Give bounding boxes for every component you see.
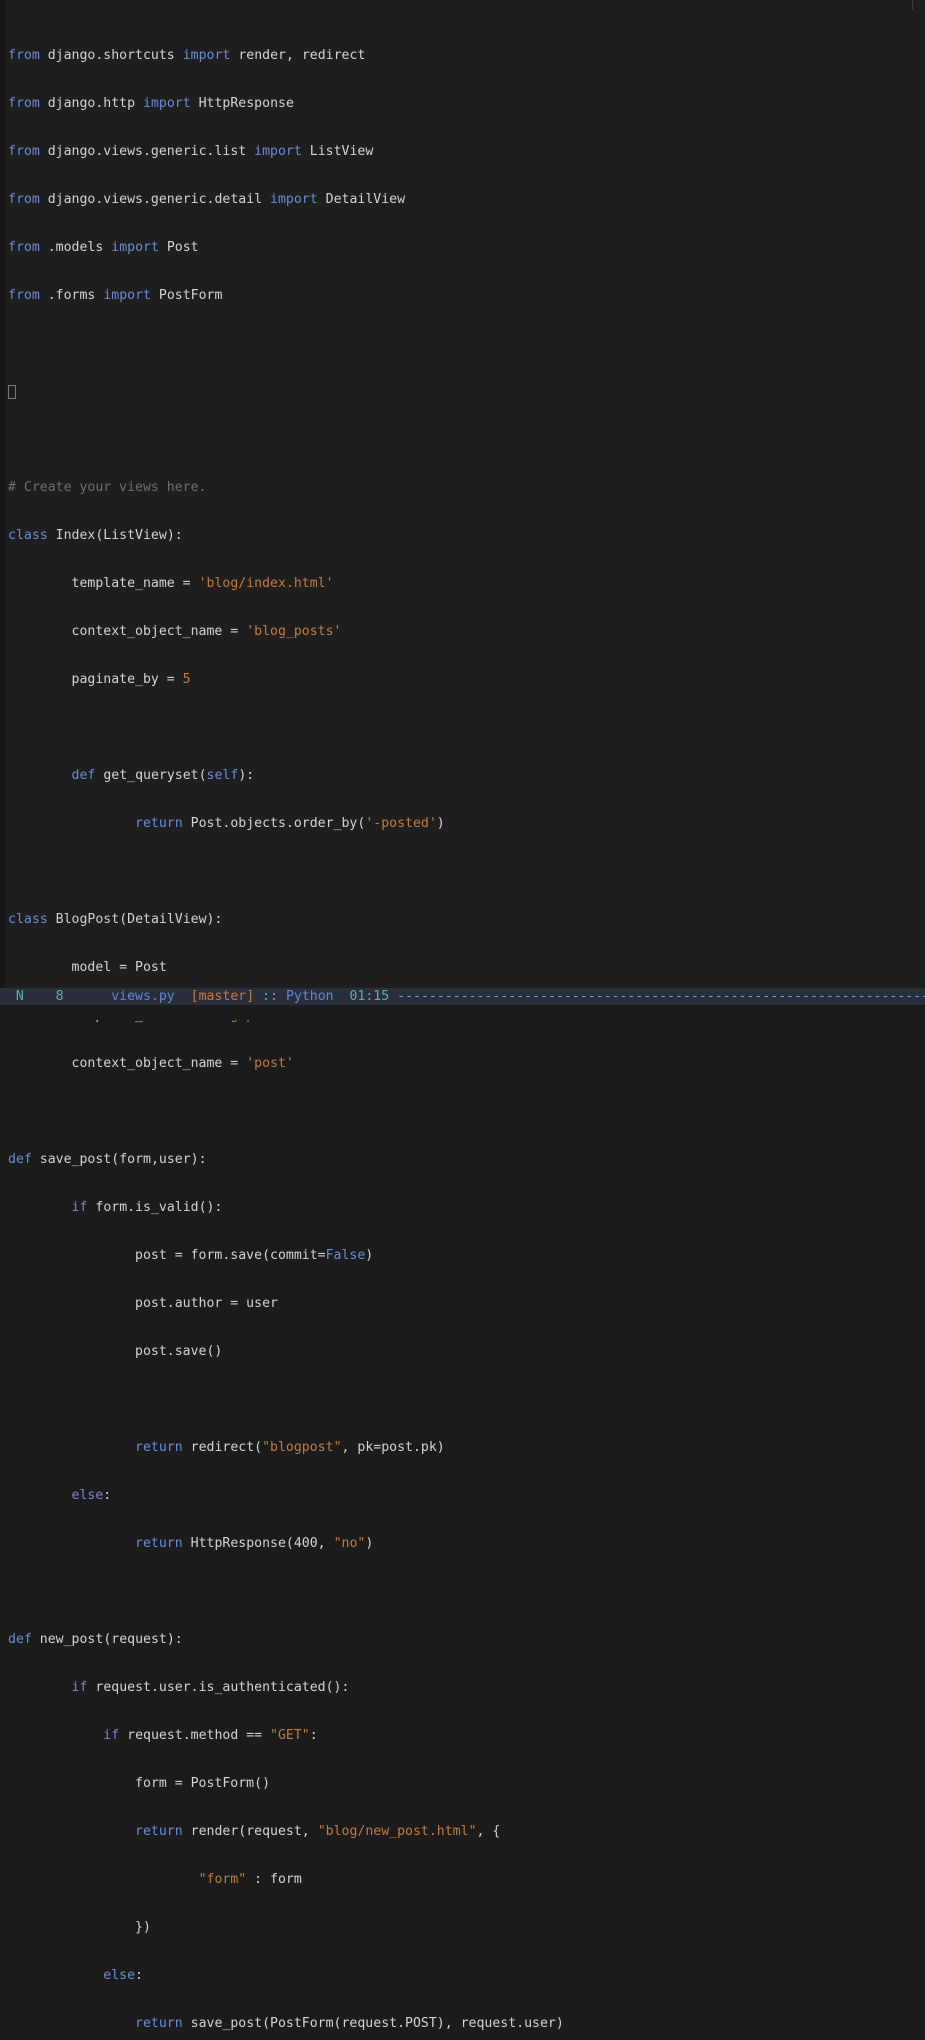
code-line: }) bbox=[8, 1920, 151, 1935]
code-line: else: bbox=[103, 1968, 143, 1983]
code-line: def new_post(request): bbox=[8, 1632, 183, 1647]
status-git-branch: [master] bbox=[190, 989, 255, 1004]
text-cursor bbox=[8, 385, 16, 399]
code-line: context_object_name = 'post' bbox=[8, 1056, 294, 1071]
status-line: N 8 views.py [master] :: Python 01:15 --… bbox=[0, 988, 925, 1005]
code-line: class Index(ListView): bbox=[8, 528, 183, 543]
code-line: from django.http import HttpResponse bbox=[8, 96, 294, 111]
status-separator: :: bbox=[262, 989, 278, 1004]
status-mode: N bbox=[15, 989, 24, 1004]
command-line[interactable] bbox=[0, 1005, 925, 1020]
code-line: form = PostForm() bbox=[8, 1776, 271, 1791]
code-line: "form" : form bbox=[198, 1872, 302, 1887]
status-time: 01:15 bbox=[349, 989, 390, 1004]
code-line: post = form.save(commit=False) bbox=[8, 1248, 374, 1263]
code-line-cursor bbox=[0, 384, 925, 400]
code-line: from django.views.generic.list import Li… bbox=[8, 144, 374, 159]
code-line: return HttpResponse(400, "no") bbox=[135, 1536, 374, 1551]
code-line: from django.shortcuts import render, red… bbox=[8, 48, 366, 63]
code-line: if form.is_valid(): bbox=[71, 1200, 223, 1215]
code-line: return Post.objects.order_by('-posted') bbox=[135, 816, 445, 831]
code-line: from django.views.generic.detail import … bbox=[8, 192, 406, 207]
code-line: return redirect("blogpost", pk=post.pk) bbox=[135, 1440, 445, 1455]
code-line: from .forms import PostForm bbox=[8, 288, 223, 303]
code-line: def save_post(form,user): bbox=[8, 1152, 207, 1167]
code-line: return save_post(PostForm(request.POST),… bbox=[135, 2016, 564, 2031]
status-filetype: Python bbox=[285, 989, 334, 1004]
editor-window: from django.shortcuts import render, red… bbox=[0, 0, 925, 2031]
code-line: from .models import Post bbox=[8, 240, 199, 255]
code-line: def get_queryset(self): bbox=[71, 768, 255, 783]
code-line: return render(request, "blog/new_post.ht… bbox=[135, 1824, 501, 1839]
status-line-number: 8 bbox=[55, 989, 64, 1004]
code-line: paginate_by = 5 bbox=[8, 672, 191, 687]
code-line: # Create your views here. bbox=[8, 480, 207, 495]
code-line: post.save() bbox=[8, 1344, 223, 1359]
code-line: template_name = 'blog/index.html' bbox=[8, 576, 334, 591]
code-line: model = Post bbox=[8, 960, 167, 975]
code-line: else: bbox=[71, 1488, 112, 1503]
code-line: context_object_name = 'blog_posts' bbox=[8, 624, 342, 639]
code-line: post.author = user bbox=[8, 1296, 278, 1311]
code-line: class BlogPost(DetailView): bbox=[8, 912, 223, 927]
code-line: if request.method == "GET": bbox=[103, 1728, 318, 1743]
status-filler: ----------------------------------------… bbox=[397, 989, 925, 1004]
code-buffer[interactable]: from django.shortcuts import render, red… bbox=[0, 0, 925, 2031]
code-line: if request.user.is_authenticated(): bbox=[71, 1680, 350, 1695]
status-filename[interactable]: views.py bbox=[111, 989, 175, 1004]
